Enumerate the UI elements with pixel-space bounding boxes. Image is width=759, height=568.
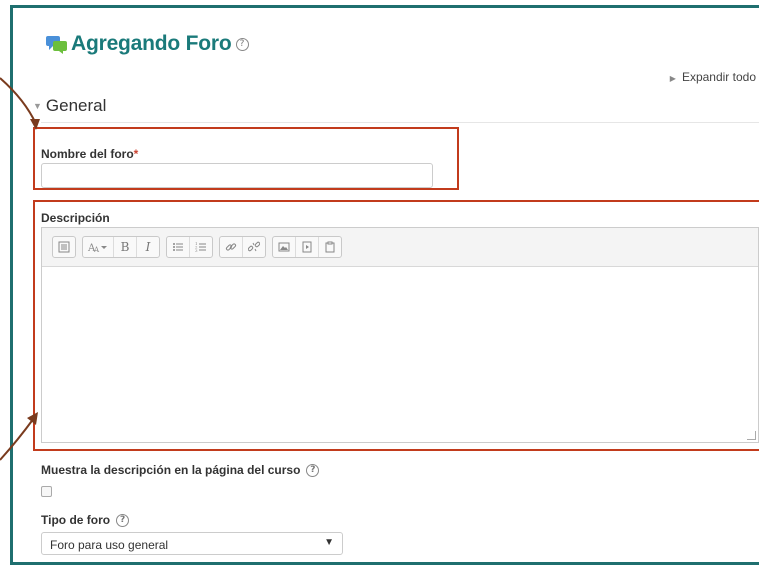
- annotation-arrows: [0, 77, 40, 461]
- section-divider: [41, 122, 759, 123]
- arrow-head-description: [27, 412, 38, 425]
- expand-all-link[interactable]: ▶ Expandir todo: [670, 70, 756, 84]
- highlight-box-name: [33, 127, 459, 190]
- forum-type-select[interactable]: Foro para uso general ▼: [41, 532, 343, 555]
- show-description-label-text: Muestra la descripción en la página del …: [41, 463, 301, 477]
- help-icon[interactable]: ?: [116, 513, 130, 527]
- expand-triangle-icon: ▶: [669, 74, 676, 83]
- help-icon[interactable]: ?: [306, 463, 320, 477]
- expand-all-label: Expandir todo: [681, 70, 756, 84]
- arrow-head-name: [30, 119, 40, 130]
- highlight-box-description: [33, 200, 759, 451]
- show-description-label: Muestra la descripción en la página del …: [41, 463, 320, 477]
- page-title: Agregando Foro: [71, 32, 232, 55]
- page-heading: Agregando Foro ?: [45, 32, 249, 56]
- dropdown-arrow-icon: ▼: [324, 537, 334, 548]
- help-icon[interactable]: ?: [235, 37, 249, 51]
- forum-type-selected: Foro para uso general: [50, 538, 169, 552]
- arrow-to-description: [0, 417, 35, 461]
- arrow-to-name: [0, 77, 37, 125]
